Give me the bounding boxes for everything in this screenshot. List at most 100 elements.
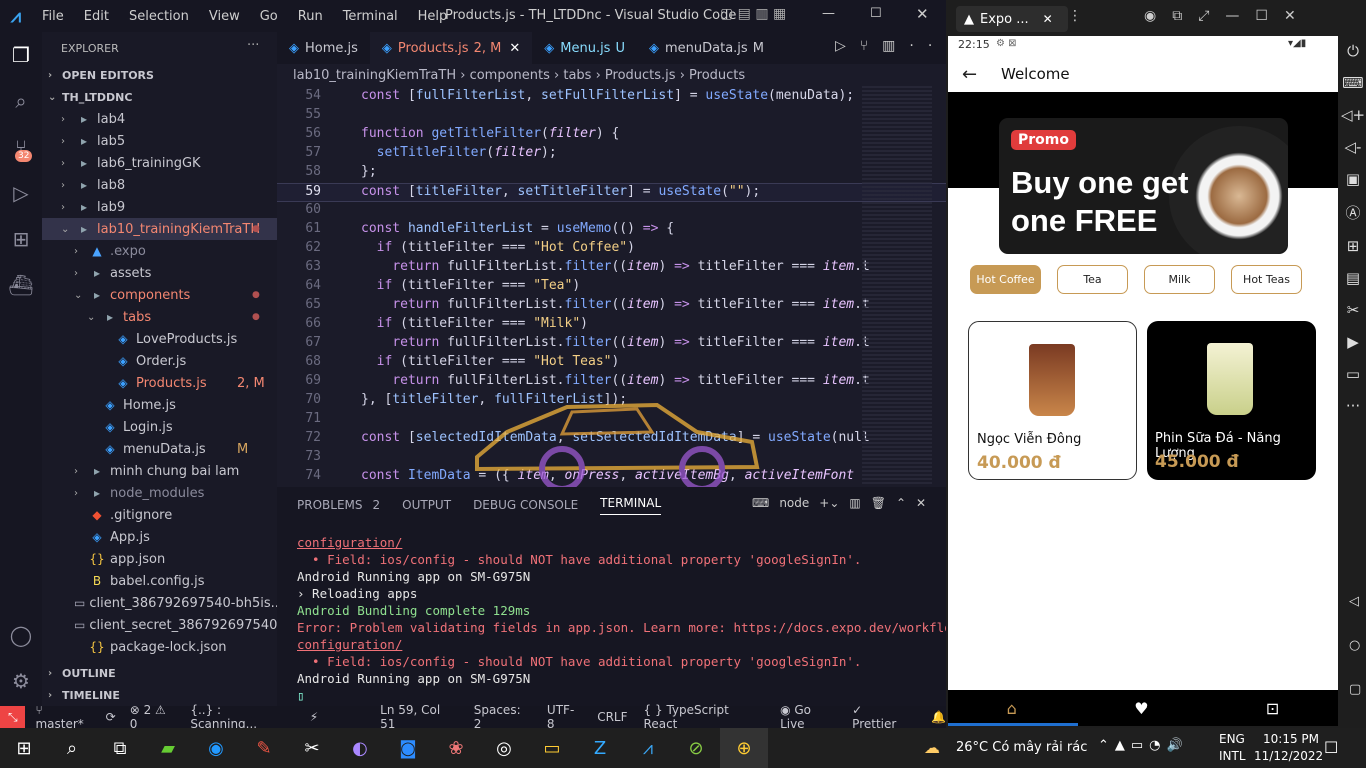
tree-item[interactable]: › ▸ lab4 [42,108,277,130]
bell-icon[interactable]: 🔔 [931,710,946,724]
expo-go-icon[interactable]: ⊕ [720,728,768,768]
gear-icon[interactable]: ⚙ [0,658,42,704]
tree-item[interactable]: ◈ Home.js [42,394,277,416]
tree-item[interactable]: › ▸ minh chung bai lam [42,460,277,482]
tab-close-icon[interactable]: ✕ [1043,12,1053,26]
editor-tab[interactable]: ◈ menuData.js M [637,32,776,64]
volume-up-icon[interactable]: ◁+ [1341,106,1365,124]
editor-tab[interactable]: ◈ Products.js 2, M ✕ [369,32,533,64]
weather-text[interactable]: 26°C Có mây rải rác [956,740,1087,755]
keyboard-icon[interactable]: ⌨ [1342,74,1364,92]
clock-date[interactable]: 11/12/2022 [1254,749,1323,763]
menu-selection[interactable]: Selection [129,9,189,24]
cart-tab-icon[interactable]: ⊡ [1266,699,1279,718]
close-button[interactable]: ✕ [916,5,929,23]
chrome-icon[interactable]: ◉ [192,728,240,768]
tree-item[interactable]: ◈ Login.js [42,416,277,438]
terminal-output[interactable]: configuration/ • Field: ios/config - sho… [277,523,967,705]
file-explorer-icon[interactable]: ▭ [528,728,576,768]
tree-item[interactable]: › ▸ assets [42,262,277,284]
scanning-status[interactable]: {..} : Scanning... [190,703,289,731]
search-icon[interactable]: ⌕ [0,78,42,124]
recents-nav-icon[interactable]: ▢ [1349,682,1361,697]
trash-icon[interactable]: 🗑 [871,496,886,510]
weather-icon[interactable]: ☁ [924,738,940,757]
sync-icon[interactable]: ⟳ [106,710,116,724]
app-icon[interactable]: ❀ [432,728,480,768]
search-icon[interactable]: ⌕ [48,728,96,768]
tree-item[interactable]: Bbabel.config.js [42,570,277,592]
panel-tab-problems[interactable]: PROBLEMS 2 [297,498,380,512]
language-status[interactable]: { } TypeScript React [644,703,765,731]
editor-tab[interactable]: ◈ Home.js [277,32,370,64]
breadcrumb-item[interactable]: components [470,68,550,83]
category-hot-teas[interactable]: Hot Teas [1231,265,1302,294]
category-tea[interactable]: Tea [1057,265,1128,294]
category-milk[interactable]: Milk [1144,265,1215,294]
home-tab-icon[interactable]: ⌂ [1007,699,1017,718]
open-editors-section[interactable]: › OPEN EDITORS [42,64,277,86]
remote-icon[interactable]: ⤡ [0,706,26,728]
account-icon[interactable]: ◯ [0,612,42,658]
terminal-cursor[interactable]: ▯ [277,688,946,705]
terminal-icon[interactable]: ⌨ [752,496,769,510]
app-icon[interactable]: ▰ [144,728,192,768]
menu-go[interactable]: Go [260,9,278,24]
back-arrow-icon[interactable]: ← [962,64,977,85]
favorites-tab-icon[interactable]: ♥ [1134,699,1148,718]
tree-item[interactable]: ⌄ ▸ lab10_trainingKiemTraTH ● [42,218,277,240]
terminal-shell[interactable]: node [779,496,809,510]
emulator-tab[interactable]: ▲ Expo ... ✕ [956,6,1068,32]
extensions-icon[interactable]: ⊞ [0,216,42,262]
tab-close-icon[interactable]: ✕ [509,41,520,56]
tree-item[interactable]: ◈ menuData.js M [42,438,277,460]
tree-item[interactable]: › ▲ .expo [42,240,277,262]
tree-item[interactable]: ▭ client_secret_386792697540... [42,614,277,636]
snipping-icon[interactable]: ✂ [288,728,336,768]
maximize-panel-icon[interactable]: ⌃ [896,496,906,510]
split-terminal-icon[interactable]: ▥ [849,496,860,510]
tree-item[interactable]: ◆ .gitignore [42,504,277,526]
back-nav-icon[interactable]: ◁ [1349,594,1359,609]
indent-status[interactable]: Spaces: 2 [474,703,531,731]
problems-status[interactable]: ⊗ 2 ⚠ 0 [130,703,177,731]
zoom-icon[interactable]: ◙ [384,728,432,768]
tree-item[interactable]: ◈ Products.js 2, M [42,372,277,394]
windows-start-icon[interactable]: ⊞ [0,728,48,768]
language-primary[interactable]: ENG [1219,732,1245,746]
category-hot-coffee[interactable]: Hot Coffee [970,265,1041,294]
panel-tab-debug-console[interactable]: DEBUG CONSOLE [473,498,578,512]
vscode-icon[interactable]: ⩘ [624,728,672,768]
tree-item[interactable]: › ▸ lab9 [42,196,277,218]
tree-item[interactable]: › ▸ node_modules [42,482,277,504]
tree-item[interactable]: › ▸ lab8 [42,174,277,196]
more-actions-icon[interactable]: ··· [247,38,259,53]
menu-help[interactable]: Help [418,9,448,24]
cursor-position[interactable]: Ln 59, Col 51 [380,703,458,731]
layout-toggle-icons[interactable]: ▢ ▤ ▥ ▦ [720,6,786,22]
branch-status[interactable]: ⑂ master* [35,703,93,731]
panel-tab-terminal[interactable]: TERMINAL [600,496,662,515]
menu-edit[interactable]: Edit [84,9,109,24]
tree-item[interactable]: {} package-lock.json [42,636,277,658]
run-debug-icon[interactable]: ▷ [0,170,42,216]
apk-icon[interactable]: ▤ [1346,269,1360,287]
editor-tab[interactable]: ◈ Menu.js U [532,32,637,64]
eclipse-icon[interactable]: ◐ [336,728,384,768]
home-nav-icon[interactable]: ○ [1349,638,1360,653]
tree-item[interactable]: ⌄ ▸ tabs ● [42,306,277,328]
breadcrumb-item[interactable]: tabs [563,68,591,83]
tree-item[interactable]: › ▸ lab5 [42,130,277,152]
power-icon[interactable]: ⏻ [1347,42,1359,60]
tree-item[interactable]: ◈ LoveProducts.js [42,328,277,350]
explorer-icon[interactable]: ❐ [0,32,42,78]
scissors-icon[interactable]: ✂ [1347,301,1360,319]
promo-banner[interactable]: Promo Buy one get one FREE [999,118,1288,254]
minimize-button[interactable]: — [822,6,835,21]
prettier-status[interactable]: ✓ Prettier [852,703,909,731]
tree-item[interactable]: ◈ Order.js [42,350,277,372]
encoding-status[interactable]: UTF-8 [547,703,581,731]
add-terminal-icon[interactable]: +⌄ [819,496,839,510]
tree-item[interactable]: ⌄ ▸ components ● [42,284,277,306]
docker-icon[interactable]: ⛴ [0,262,42,308]
